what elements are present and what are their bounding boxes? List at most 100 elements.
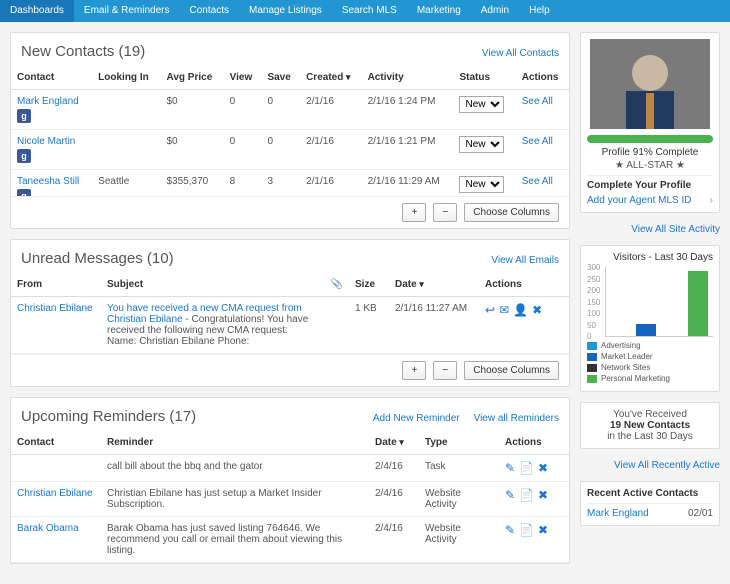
nav-manage-listings[interactable]: Manage Listings bbox=[239, 0, 332, 22]
col-from[interactable]: From bbox=[11, 273, 101, 297]
link-view-all-contacts[interactable]: View All Contacts bbox=[482, 48, 559, 59]
contact-name-link[interactable]: Taneesha Still bbox=[17, 176, 79, 187]
delete-icon[interactable]: ✖ bbox=[538, 488, 548, 502]
col-created[interactable]: Created bbox=[300, 66, 362, 90]
link-add-new-reminder[interactable]: Add New Reminder bbox=[373, 413, 460, 424]
panel-title-unread-messages: Unread Messages (10) bbox=[21, 250, 174, 267]
reminder-contact-link[interactable]: Barak Obama bbox=[17, 523, 79, 534]
chevron-right-icon: › bbox=[710, 195, 713, 206]
table-new-contacts: Contact Looking In Avg Price View Save C… bbox=[11, 66, 569, 196]
panel-title-reminders: Upcoming Reminders (17) bbox=[21, 408, 196, 425]
source-icon: g bbox=[17, 149, 31, 163]
col-msg-actions: Actions bbox=[479, 273, 569, 297]
top-nav: DashboardsEmail & RemindersContactsManag… bbox=[0, 0, 730, 22]
table-reminders: Contact Reminder Date Type Actions call … bbox=[11, 431, 569, 563]
all-star-badge: ★ ALL-STAR ★ bbox=[587, 160, 713, 171]
delete-icon[interactable]: ✖ bbox=[538, 523, 548, 537]
contact-name-link[interactable]: Nicole Martin bbox=[17, 136, 75, 147]
link-see-all[interactable]: See All bbox=[522, 96, 553, 107]
person-icon[interactable]: 👤 bbox=[513, 303, 528, 317]
btn-row-remove[interactable]: − bbox=[433, 361, 457, 380]
list-item: Mark England02/01 bbox=[587, 503, 713, 519]
nav-marketing[interactable]: Marketing bbox=[407, 0, 471, 22]
col-view[interactable]: View bbox=[224, 66, 262, 90]
btn-row-add[interactable]: + bbox=[402, 361, 426, 380]
link-see-all[interactable]: See All bbox=[522, 176, 553, 187]
link-view-all-emails[interactable]: View All Emails bbox=[491, 255, 559, 266]
reminder-contact-link[interactable]: Christian Ebilane bbox=[17, 488, 93, 499]
message-from-link[interactable]: Christian Ebilane bbox=[17, 303, 93, 314]
edit-icon[interactable]: ✎ bbox=[505, 461, 515, 475]
status-select[interactable]: New bbox=[459, 176, 504, 193]
col-r-reminder[interactable]: Reminder bbox=[101, 431, 369, 455]
panel-upcoming-reminders: Upcoming Reminders (17) Add New Reminder… bbox=[10, 397, 570, 564]
table-row: Christian EbilaneYou have received a new… bbox=[11, 297, 569, 354]
table-row: Nicole Marting$0002/1/162/1/16 1:21 PMNe… bbox=[11, 130, 569, 170]
note-icon[interactable]: 📄 bbox=[519, 461, 534, 475]
status-select[interactable]: New bbox=[459, 96, 504, 113]
progress-bar bbox=[587, 135, 713, 143]
edit-icon[interactable]: ✎ bbox=[505, 523, 515, 537]
table-unread-messages: From Subject Size Date Actions Christian… bbox=[11, 273, 569, 354]
col-activity[interactable]: Activity bbox=[362, 66, 454, 90]
col-actions: Actions bbox=[516, 66, 569, 90]
card-visitors-chart: Visitors - Last 30 Days 3002502001501005… bbox=[580, 245, 720, 392]
nav-admin[interactable]: Admin bbox=[471, 0, 519, 22]
col-attachment[interactable] bbox=[325, 273, 349, 297]
note-icon[interactable]: 📄 bbox=[519, 523, 534, 537]
col-avg-price[interactable]: Avg Price bbox=[161, 66, 224, 90]
delete-icon[interactable]: ✖ bbox=[538, 461, 548, 475]
link-view-all-site-activity[interactable]: View All Site Activity bbox=[631, 224, 720, 235]
edit-icon[interactable]: ✎ bbox=[505, 488, 515, 502]
col-r-type[interactable]: Type bbox=[419, 431, 499, 455]
link-see-all[interactable]: See All bbox=[522, 136, 553, 147]
col-looking-in[interactable]: Looking In bbox=[92, 66, 160, 90]
col-date[interactable]: Date bbox=[389, 273, 479, 297]
contact-name-link[interactable]: Mark England bbox=[17, 96, 79, 107]
link-add-mls-id[interactable]: Add your Agent MLS ID › bbox=[587, 195, 713, 206]
btn-choose-columns[interactable]: Choose Columns bbox=[464, 203, 559, 222]
chart-title: Visitors - Last 30 Days bbox=[587, 252, 713, 263]
table-row: Mark Englandg$0002/1/162/1/16 1:24 PMNew… bbox=[11, 90, 569, 130]
link-view-all-recently-active[interactable]: View All Recently Active bbox=[614, 460, 720, 471]
nav-contacts[interactable]: Contacts bbox=[180, 0, 239, 22]
link-view-all-reminders[interactable]: View all Reminders bbox=[474, 413, 559, 424]
complete-profile-header: Complete Your Profile bbox=[587, 175, 713, 191]
table-row: Barak ObamaBarak Obama has just saved li… bbox=[11, 517, 569, 563]
reply-icon[interactable]: ↩ bbox=[485, 303, 495, 317]
col-r-contact[interactable]: Contact bbox=[11, 431, 101, 455]
col-contact[interactable]: Contact bbox=[11, 66, 92, 90]
chart-bar bbox=[688, 271, 708, 336]
recent-contact-link[interactable]: Mark England bbox=[587, 508, 649, 519]
nav-email-reminders[interactable]: Email & Reminders bbox=[74, 0, 180, 22]
col-subject[interactable]: Subject bbox=[101, 273, 325, 297]
card-recent-active-contacts: Recent Active Contacts Mark England02/01 bbox=[580, 481, 720, 526]
panel-new-contacts: New Contacts (19) View All Contacts Cont… bbox=[10, 32, 570, 229]
col-save[interactable]: Save bbox=[261, 66, 300, 90]
panel-unread-messages: Unread Messages (10) View All Emails Fro… bbox=[10, 239, 570, 387]
col-status[interactable]: Status bbox=[453, 66, 515, 90]
col-r-date[interactable]: Date bbox=[369, 431, 419, 455]
table-row: Taneesha StillgSeattle$355,370832/1/162/… bbox=[11, 170, 569, 197]
legend-item: Market Leader bbox=[587, 352, 713, 361]
recent-title: Recent Active Contacts bbox=[587, 488, 713, 499]
table-row: call bill about the bbq and the gator2/4… bbox=[11, 455, 569, 482]
legend-item: Advertising bbox=[587, 341, 713, 350]
nav-search-mls[interactable]: Search MLS bbox=[332, 0, 407, 22]
note-icon[interactable]: 📄 bbox=[519, 488, 534, 502]
avatar bbox=[590, 39, 710, 129]
col-r-actions: Actions bbox=[499, 431, 569, 455]
nav-help[interactable]: Help bbox=[519, 0, 560, 22]
btn-choose-columns[interactable]: Choose Columns bbox=[464, 361, 559, 380]
chart-bar bbox=[636, 324, 656, 336]
paperclip-icon bbox=[331, 279, 343, 290]
table-row: Christian EbilaneChristian Ebilane has j… bbox=[11, 482, 569, 517]
btn-row-remove[interactable]: − bbox=[433, 203, 457, 222]
btn-row-add[interactable]: + bbox=[402, 203, 426, 222]
inbox-icon[interactable]: ✉ bbox=[499, 303, 509, 317]
col-size[interactable]: Size bbox=[349, 273, 389, 297]
nav-dashboards[interactable]: Dashboards bbox=[0, 0, 74, 22]
delete-icon[interactable]: ✖ bbox=[532, 303, 542, 317]
status-select[interactable]: New bbox=[459, 136, 504, 153]
profile-percent: Profile 91% Complete bbox=[587, 147, 713, 158]
